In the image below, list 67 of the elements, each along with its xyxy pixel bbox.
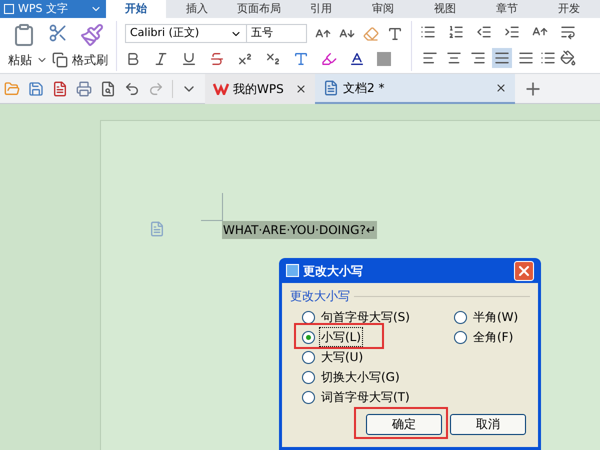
paint-bucket-icon[interactable] [560, 50, 576, 66]
line-spacing-icon[interactable] [540, 50, 556, 66]
document-tab[interactable]: 我的WPS [205, 74, 315, 104]
close-icon[interactable] [295, 82, 307, 94]
radio-button[interactable] [302, 310, 315, 324]
close-icon[interactable] [495, 82, 507, 94]
wps-logo-icon [4, 4, 14, 14]
underline-icon[interactable] [181, 51, 197, 67]
ribbon-tab[interactable]: 引用 [290, 0, 352, 18]
undo-icon[interactable] [124, 80, 140, 96]
save-icon[interactable] [28, 80, 44, 96]
w-logo-icon [213, 82, 229, 94]
dialog-title: 更改大小写 [303, 262, 363, 280]
option-label: 大写(U) [320, 349, 364, 366]
ribbon-tab[interactable]: 审阅 [352, 0, 414, 18]
option-label: 切换大小写(G) [320, 369, 401, 386]
highlighter-icon[interactable] [321, 51, 337, 67]
outdent-icon[interactable] [476, 24, 492, 40]
document-text: WHAT·ARE·YOU·DOING?↵ [222, 221, 377, 239]
radio-button[interactable] [302, 370, 315, 384]
paintbrush-icon[interactable] [80, 22, 104, 46]
close-button[interactable] [514, 260, 534, 280]
font-color-icon[interactable] [349, 51, 365, 67]
ribbon-tab[interactable]: 视图 [414, 0, 476, 18]
strikethrough-icon[interactable] [209, 51, 225, 67]
paragraph-mark-icon[interactable] [560, 24, 576, 40]
preview-icon[interactable] [100, 80, 116, 96]
clipboard-icon[interactable] [12, 22, 36, 46]
option-label: 词首字母大写(T) [320, 389, 411, 406]
radio-button[interactable] [454, 310, 467, 324]
group-label: 更改大小写 [290, 288, 350, 305]
ribbon-tab[interactable]: 插入 [166, 0, 228, 18]
option-label: 全角(F) [472, 329, 514, 346]
radio-button[interactable] [302, 390, 315, 404]
radio-button[interactable] [454, 330, 467, 344]
dialog-button[interactable]: 取消 [450, 414, 526, 434]
superscript-icon[interactable] [237, 51, 253, 67]
font-size-field[interactable]: 五号 [247, 24, 307, 43]
tab-label: 文档2 * [343, 80, 384, 96]
ribbon-tab[interactable]: 页面布局 [228, 0, 290, 18]
ribbon-tab[interactable]: 开始 [106, 0, 166, 18]
paste-button[interactable]: 粘贴 [8, 50, 32, 68]
dialog-button[interactable]: 确定 [366, 414, 442, 434]
subscript-icon[interactable] [265, 51, 281, 67]
indent-icon[interactable] [504, 24, 520, 40]
scissors-icon[interactable] [48, 22, 68, 42]
option-label: 半角(W) [472, 309, 520, 326]
format-painter-button[interactable]: 格式刷 [72, 50, 108, 68]
copy-icon[interactable] [52, 52, 68, 68]
text-outline-icon[interactable] [293, 51, 309, 67]
italic-icon[interactable] [153, 51, 169, 67]
align-button[interactable] [492, 48, 512, 68]
document-icon[interactable] [323, 80, 339, 96]
bullet-list-icon[interactable] [420, 24, 436, 40]
ribbon-tab[interactable]: 开发 [538, 0, 600, 18]
radio-button[interactable] [302, 330, 315, 344]
document-tab[interactable]: 文档2 * [315, 74, 515, 104]
numbered-list-icon[interactable] [448, 24, 464, 40]
margin-corner-mark [201, 193, 223, 221]
tab-label: 我的WPS [233, 80, 284, 98]
pdf-icon[interactable] [52, 80, 68, 96]
app-menu-button[interactable]: WPS 文字 [0, 0, 106, 18]
radio-button[interactable] [302, 350, 315, 364]
font-name-field[interactable]: Calibri (正文) [125, 24, 247, 43]
ribbon-tab[interactable]: 章节 [476, 0, 538, 18]
print-icon[interactable] [76, 80, 92, 96]
option-label: 句首字母大写(S) [320, 309, 411, 326]
